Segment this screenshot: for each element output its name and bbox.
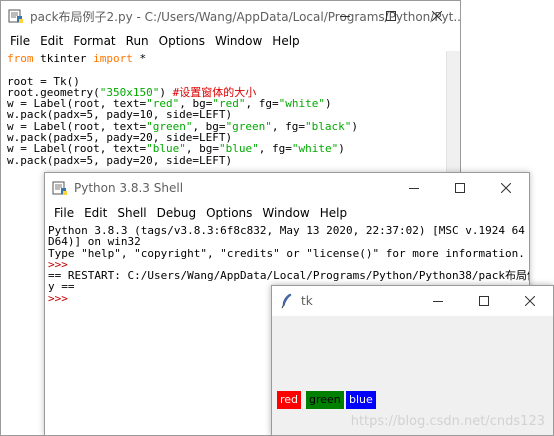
maximize-icon xyxy=(386,11,396,21)
shell-menu-options[interactable]: Options xyxy=(201,203,257,223)
editor-token: , fg= xyxy=(271,119,306,133)
python-logo-icon xyxy=(8,8,24,24)
shell-menu-window[interactable]: Window xyxy=(257,203,314,223)
editor-menubar: File Edit Format Run Options Window Help xyxy=(1,31,460,51)
tk-titlebar[interactable]: tk xyxy=(272,286,553,316)
maximize-icon xyxy=(479,296,489,306)
shell-menu-help[interactable]: Help xyxy=(315,203,352,223)
shell-line: Type "help", "copyright", "credits" or "… xyxy=(48,246,529,260)
tk-body: red green blue https://blog.csdn.net/cnd… xyxy=(272,316,553,435)
maximize-button[interactable] xyxy=(368,1,414,31)
close-button[interactable] xyxy=(483,173,529,203)
editor-token: tkinter xyxy=(33,52,94,65)
minimize-button[interactable] xyxy=(415,286,461,316)
minimize-button[interactable] xyxy=(322,1,368,31)
editor-menu-file[interactable]: File xyxy=(5,31,35,51)
editor-token: ) xyxy=(324,97,332,111)
editor-token: , fg= xyxy=(245,97,279,111)
shell-menu-debug[interactable]: Debug xyxy=(152,203,201,223)
editor-line: from tkinter import * xyxy=(7,53,460,64)
shell-menubar: File Edit Shell Debug Options Window Help xyxy=(45,203,529,223)
tk-label-red: red xyxy=(277,391,302,409)
editor-token: from xyxy=(7,52,34,65)
tk-feather-icon xyxy=(279,293,295,309)
editor-token: ) xyxy=(351,119,359,133)
close-button[interactable] xyxy=(414,1,460,31)
editor-menu-window[interactable]: Window xyxy=(210,31,267,51)
shell-menu-edit[interactable]: Edit xyxy=(79,203,112,223)
close-icon xyxy=(525,296,535,306)
tk-label-green: green xyxy=(306,391,344,409)
shell-menu-shell[interactable]: Shell xyxy=(112,203,151,223)
shell-window-title: Python 3.8.3 Shell xyxy=(74,181,184,195)
minimize-icon xyxy=(340,16,350,17)
close-icon xyxy=(432,11,442,21)
shell-token: == RESTART: C:/Users/Wang/AppData/Local/… xyxy=(48,269,530,283)
maximize-icon xyxy=(455,183,465,193)
editor-token: "black" xyxy=(305,119,352,133)
editor-titlebar[interactable]: pack布局例子2.py - C:/Users/Wang/AppData/Loc… xyxy=(1,1,460,31)
editor-token: "green" xyxy=(225,119,272,133)
shell-menu-file[interactable]: File xyxy=(49,203,79,223)
editor-token: "white" xyxy=(291,142,339,156)
tk-window: tk red green blue https://blog.csdn.net/… xyxy=(271,285,554,436)
editor-token: import xyxy=(93,52,133,65)
editor-menu-format[interactable]: Format xyxy=(68,31,120,51)
close-button[interactable] xyxy=(507,286,553,316)
shell-line: == RESTART: C:/Users/Wang/AppData/Local/… xyxy=(48,270,529,281)
watermark: https://blog.csdn.net/cnds123 xyxy=(350,414,545,429)
maximize-button[interactable] xyxy=(437,173,483,203)
editor-token: * xyxy=(132,52,147,65)
editor-token: "white" xyxy=(278,97,325,111)
shell-token: >>> xyxy=(48,291,68,305)
editor-token: ) xyxy=(338,142,345,156)
editor-menu-run[interactable]: Run xyxy=(121,31,154,51)
shell-token: Type "help", "copyright", "credits" or "… xyxy=(48,246,525,260)
minimize-button[interactable] xyxy=(391,173,437,203)
tk-label-blue: blue xyxy=(346,391,376,409)
editor-token: , fg= xyxy=(258,142,292,156)
minimize-icon xyxy=(409,188,419,189)
python-logo-icon xyxy=(52,180,68,196)
editor-line: w.pack(padx=5, pady=20, side=LEFT) xyxy=(7,155,460,166)
editor-menu-options[interactable]: Options xyxy=(154,31,210,51)
minimize-icon xyxy=(433,301,443,302)
editor-menu-help[interactable]: Help xyxy=(267,31,304,51)
editor-menu-edit[interactable]: Edit xyxy=(35,31,68,51)
maximize-button[interactable] xyxy=(461,286,507,316)
close-icon xyxy=(501,183,511,193)
editor-token: w.pack(padx=5, pady=20, side=LEFT) xyxy=(7,153,233,167)
shell-titlebar[interactable]: Python 3.8.3 Shell xyxy=(45,173,529,203)
tk-window-title: tk xyxy=(301,294,313,308)
editor-code-area[interactable]: from tkinter import * root = Tk() root.geo… xyxy=(1,51,460,166)
